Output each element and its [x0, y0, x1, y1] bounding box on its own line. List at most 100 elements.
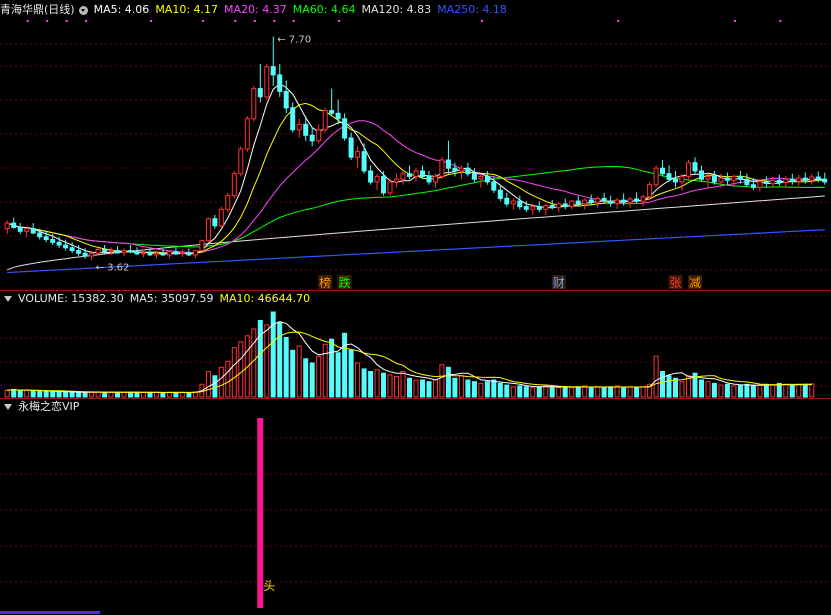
candle-down	[426, 175, 432, 183]
candle-up	[108, 250, 114, 253]
panel-separator	[0, 290, 831, 291]
volume-bar-down	[257, 320, 263, 398]
volume-bar-up	[225, 360, 231, 398]
candle-up	[95, 249, 101, 254]
volume-bar-down	[699, 379, 704, 398]
low-price-label: ← 3.62	[96, 262, 130, 273]
volume-bar-up	[4, 389, 10, 398]
volume-bar-down	[283, 337, 289, 398]
candle-down	[471, 173, 477, 180]
volume-bar-down	[523, 386, 529, 398]
candle-up	[809, 176, 815, 181]
volume-bar-up	[433, 379, 438, 398]
volume-bar-down	[601, 387, 607, 398]
candle-down	[621, 199, 627, 203]
candle-up	[322, 110, 328, 131]
event-badge: 张	[670, 276, 682, 290]
volume-bar-up	[770, 384, 776, 398]
candle-up	[653, 167, 659, 186]
ma20-line	[7, 120, 825, 254]
dropdown-icon[interactable]	[78, 5, 88, 15]
candle-down	[212, 218, 218, 227]
volume-bar-up	[510, 386, 516, 398]
candle-down	[160, 252, 166, 256]
candle-down	[63, 244, 69, 249]
volume-bar-up	[89, 391, 95, 398]
top-marker-dot	[234, 20, 237, 22]
volume-bar-up	[627, 386, 633, 398]
volume-bar-down	[348, 349, 354, 398]
volume-bar-up	[400, 371, 406, 398]
top-marker-dot	[65, 20, 68, 22]
candle-up	[166, 251, 172, 256]
candle-up	[556, 203, 562, 209]
volume-bar-up	[458, 375, 464, 398]
candle-down	[257, 88, 263, 98]
candle-down	[452, 167, 458, 172]
volume-bar-up	[166, 391, 172, 398]
volume-bar-down	[420, 379, 425, 398]
candle-down	[802, 177, 808, 181]
candle-up	[251, 88, 257, 120]
indicator-name: 永梅之恋VIP	[18, 400, 80, 413]
signal-label: 头	[263, 579, 275, 593]
candle-down	[692, 162, 698, 172]
candle-down	[128, 250, 133, 253]
candle-down	[504, 197, 510, 205]
collapse-icon[interactable]	[4, 296, 12, 302]
candle-down	[634, 198, 640, 202]
volume-bar-down	[76, 391, 82, 398]
volume-bar-up	[653, 355, 659, 398]
volume-bar-down	[102, 391, 108, 398]
volume-bar-down	[160, 392, 166, 398]
candle-down	[102, 249, 108, 253]
candle-down	[744, 178, 750, 186]
volume-bar-up	[179, 392, 185, 398]
candle-down	[666, 173, 672, 180]
panel-separator	[0, 398, 831, 399]
top-marker-dot	[253, 20, 256, 22]
candle-down	[50, 239, 56, 243]
volume-bar-down	[744, 383, 750, 398]
candle-down	[335, 112, 341, 120]
candle-up	[640, 196, 646, 202]
volume-bar-down	[666, 375, 672, 398]
volume-bar-down	[115, 391, 120, 398]
volume-bar-down	[361, 368, 367, 398]
volume-bar-up	[530, 387, 536, 398]
volume-bar-down	[484, 381, 490, 398]
volume-bar-down	[63, 391, 69, 398]
candle-down	[43, 236, 49, 241]
volume-bar-down	[724, 383, 730, 398]
candle-up	[192, 250, 198, 256]
volume-bar-down	[381, 372, 386, 398]
volume-panel-header: VOLUME: 15382.30 MA5: 35097.59 MA10: 46644…	[0, 292, 316, 306]
volume-bar-up	[374, 369, 380, 398]
top-marker-dot	[779, 20, 782, 22]
candle-down	[776, 179, 782, 184]
top-marker-dot	[292, 20, 295, 22]
volume-bar-down	[43, 391, 49, 398]
candle-down	[465, 167, 471, 175]
event-badge: 跌	[339, 275, 351, 290]
volume-bar-down	[290, 349, 296, 398]
volume-bar-down	[329, 338, 335, 398]
candle-down	[361, 151, 367, 172]
candle-down	[348, 137, 354, 158]
candle-up	[543, 205, 549, 210]
candle-down	[290, 107, 296, 131]
candle-up	[179, 252, 185, 255]
collapse-icon[interactable]	[4, 404, 12, 410]
volume-bar-down	[368, 371, 374, 398]
candle-down	[484, 175, 490, 183]
candle-down	[342, 118, 348, 139]
candle-down	[491, 181, 497, 191]
volume-bar-up	[705, 381, 711, 398]
candle-down	[56, 241, 62, 246]
volume-bar-up	[582, 385, 588, 398]
volume-bar-up	[231, 347, 237, 398]
volume-bar-up	[322, 343, 328, 398]
candle-up	[510, 200, 516, 205]
candle-up	[595, 197, 601, 203]
volume-bar-down	[134, 391, 140, 398]
